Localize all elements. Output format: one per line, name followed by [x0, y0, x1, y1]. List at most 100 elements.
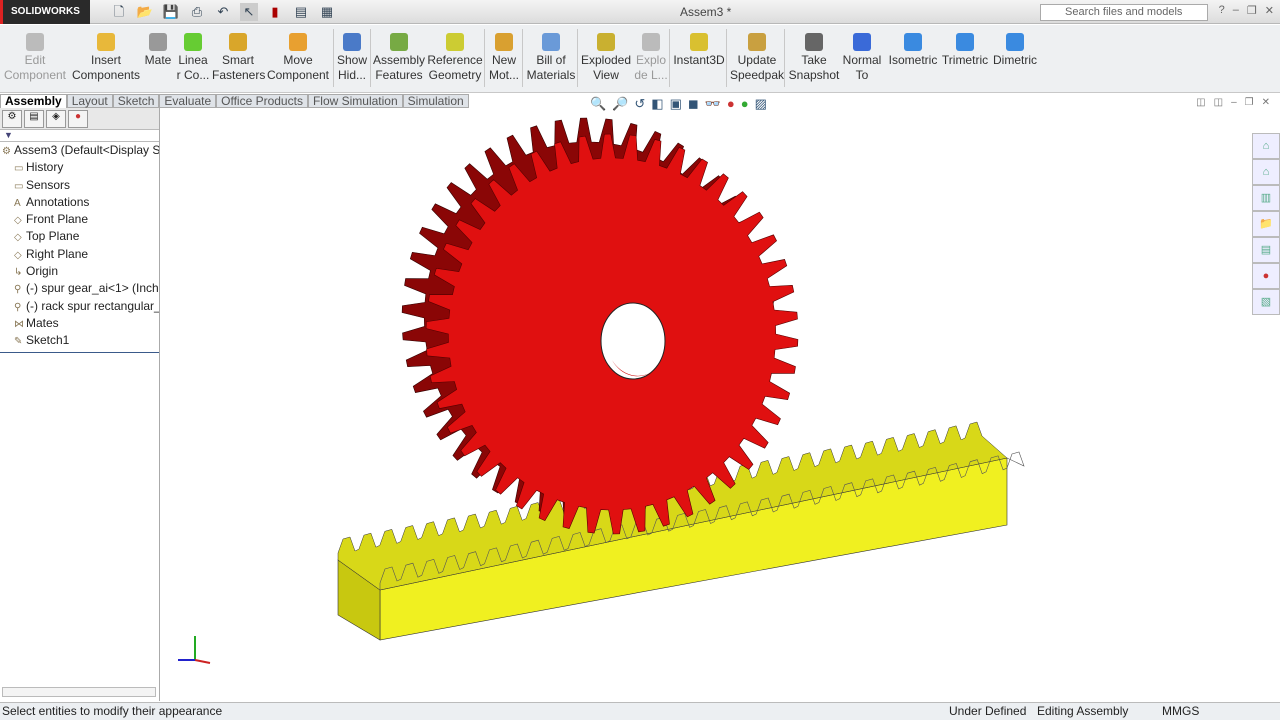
file-explorer-icon[interactable]: 📁: [1252, 211, 1280, 237]
view-orientation-icon[interactable]: ▣: [670, 96, 682, 112]
section-view-icon[interactable]: ◧: [651, 96, 663, 112]
ribbon-icon: [229, 33, 247, 51]
tab-office-products[interactable]: Office Products: [216, 94, 308, 108]
definition-status: Under Defined: [949, 704, 1027, 718]
rollback-bar[interactable]: [0, 351, 159, 353]
tab-sketch[interactable]: Sketch: [112, 94, 160, 108]
select-icon[interactable]: ↖: [240, 3, 258, 21]
ribbon-separator: [726, 29, 727, 87]
ribbon-button-show-hid[interactable]: Show Hid...: [336, 25, 368, 93]
tree-item-label: Sensors: [26, 177, 71, 192]
tree-item-label: (-) rack spur rectangular_: [26, 298, 159, 313]
ribbon-icon: [853, 33, 871, 51]
split-icon-2[interactable]: ◫: [1214, 97, 1223, 108]
view-settings-icon[interactable]: ▨: [755, 96, 767, 112]
custom-properties-icon[interactable]: ▧: [1252, 289, 1280, 315]
tab-evaluate[interactable]: Evaluate: [159, 94, 217, 108]
tree-item[interactable]: ◇ Top Plane: [0, 228, 159, 245]
resources-icon[interactable]: ⌂: [1252, 133, 1280, 159]
ribbon-button-reference-geometry[interactable]: Reference Geometry: [427, 25, 483, 93]
zoom-to-fit-icon[interactable]: 🔍: [590, 96, 606, 112]
tree-item[interactable]: ▭ History: [0, 159, 159, 176]
ribbon-button-take-snapshot[interactable]: Take Snapshot: [786, 25, 842, 93]
viewport-restore-button[interactable]: ❐: [1245, 97, 1254, 108]
tree-item[interactable]: ⚲ (-) spur gear_ai<1> (Inch: [0, 280, 159, 297]
rebuild-icon[interactable]: ▮: [266, 3, 284, 21]
ribbon-button-isometric[interactable]: Isometric: [886, 25, 940, 93]
close-button[interactable]: ✕: [1265, 4, 1274, 17]
options-icon[interactable]: ▦: [318, 3, 336, 21]
viewport-close-button[interactable]: ✕: [1262, 97, 1270, 108]
home-icon[interactable]: ⌂: [1252, 159, 1280, 185]
unit-system[interactable]: MMGS: [1162, 703, 1199, 720]
tree-item[interactable]: ✎ Sketch1: [0, 332, 159, 349]
minimize-button[interactable]: –: [1233, 4, 1239, 17]
display-manager-tab[interactable]: ●: [68, 110, 88, 128]
filter-icon[interactable]: ▼: [0, 130, 159, 142]
ribbon-button-bill-of-materials[interactable]: Bill of Materials: [525, 25, 577, 93]
open-file-icon[interactable]: 📂: [136, 3, 154, 21]
ribbon-button-instant3d[interactable]: Instant3D: [672, 25, 726, 93]
ribbon-button-dimetric[interactable]: Dimetric: [990, 25, 1040, 93]
horizontal-scrollbar[interactable]: [2, 687, 156, 697]
ribbon-button-assembly-features[interactable]: Assembly Features: [372, 25, 426, 93]
edit-appearance-icon[interactable]: ●: [727, 96, 735, 112]
ribbon-button-edit-component[interactable]: Edit Component: [2, 25, 68, 93]
ribbon-button-mate[interactable]: Mate: [142, 25, 174, 93]
design-library-icon[interactable]: ▥: [1252, 185, 1280, 211]
tab-flow-simulation[interactable]: Flow Simulation: [307, 94, 403, 108]
tab-layout[interactable]: Layout: [66, 94, 113, 108]
hide-show-icon[interactable]: 👓: [705, 96, 721, 112]
feature-manager-tab[interactable]: ⚙: [2, 110, 22, 128]
tree-item[interactable]: ⚙Assem3 (Default<Display State: [0, 142, 159, 159]
help-icon[interactable]: ?: [1219, 4, 1225, 17]
ribbon-label: Edit Component: [3, 53, 67, 82]
ribbon-button-trimetric[interactable]: Trimetric: [940, 25, 990, 93]
save-icon[interactable]: 💾: [162, 3, 180, 21]
tree-item[interactable]: ◇ Right Plane: [0, 246, 159, 263]
split-icon[interactable]: ◫: [1196, 97, 1205, 108]
tab-simulation[interactable]: Simulation: [402, 94, 469, 108]
ribbon-button-normal-to[interactable]: Normal To: [840, 25, 884, 93]
appearances-icon[interactable]: ●: [1252, 263, 1280, 289]
solidworks-logo[interactable]: SOLIDWORKS: [0, 0, 90, 24]
tree-item[interactable]: ↳ Origin: [0, 263, 159, 280]
tree-item[interactable]: ◇ Front Plane: [0, 211, 159, 228]
graphics-area[interactable]: [161, 108, 1280, 701]
viewport-minimize-button[interactable]: –: [1231, 97, 1237, 108]
undo-icon[interactable]: ↶: [214, 3, 232, 21]
apply-scene-icon[interactable]: ●: [741, 96, 749, 112]
restore-button[interactable]: ❐: [1247, 4, 1257, 17]
ribbon-button-exploded-view[interactable]: Exploded View: [580, 25, 632, 93]
tree-item-label: Sketch1: [26, 333, 70, 348]
tab-assembly[interactable]: Assembly: [0, 94, 67, 108]
tree-item[interactable]: ⚲ (-) rack spur rectangular_: [0, 298, 159, 315]
ribbon-button-explo-de-l[interactable]: Explo de L...: [632, 25, 670, 93]
search-input[interactable]: Search files and models: [1040, 4, 1208, 21]
status-message: Select entities to modify their appearan…: [2, 704, 223, 718]
new-file-icon[interactable]: 🗋: [110, 3, 128, 21]
display-style-icon[interactable]: ◼: [688, 96, 699, 112]
previous-view-icon[interactable]: ↺: [634, 96, 645, 112]
ribbon-button-new-mot[interactable]: New Mot...: [487, 25, 521, 93]
ribbon-icon: [97, 33, 115, 51]
configuration-manager-tab[interactable]: ◈: [46, 110, 66, 128]
zoom-area-icon[interactable]: 🔎: [612, 96, 628, 112]
print-icon[interactable]: ⎙: [188, 3, 206, 21]
tree-item[interactable]: A Annotations: [0, 194, 159, 211]
ribbon-icon: [748, 33, 766, 51]
tree-item[interactable]: ⋈ Mates: [0, 315, 159, 332]
tree-item[interactable]: ▭ Sensors: [0, 177, 159, 194]
property-manager-tab[interactable]: ▤: [24, 110, 44, 128]
ribbon-button-linea-r-co[interactable]: Linea r Co...: [176, 25, 210, 93]
plane-icon: ◇: [14, 215, 22, 227]
ribbon-button-update-speedpak[interactable]: Update Speedpak: [728, 25, 786, 93]
file-properties-icon[interactable]: ▤: [292, 3, 310, 21]
ribbon-button-move-component[interactable]: Move Component: [266, 25, 330, 93]
ribbon-icon: [343, 33, 361, 51]
ribbon-separator: [333, 29, 334, 87]
view-palette-icon[interactable]: ▤: [1252, 237, 1280, 263]
ribbon-button-smart-fasteners[interactable]: Smart Fasteners: [212, 25, 265, 93]
ribbon-button-insert-components[interactable]: Insert Components: [70, 25, 142, 93]
tree-item-label: Origin: [26, 264, 59, 279]
